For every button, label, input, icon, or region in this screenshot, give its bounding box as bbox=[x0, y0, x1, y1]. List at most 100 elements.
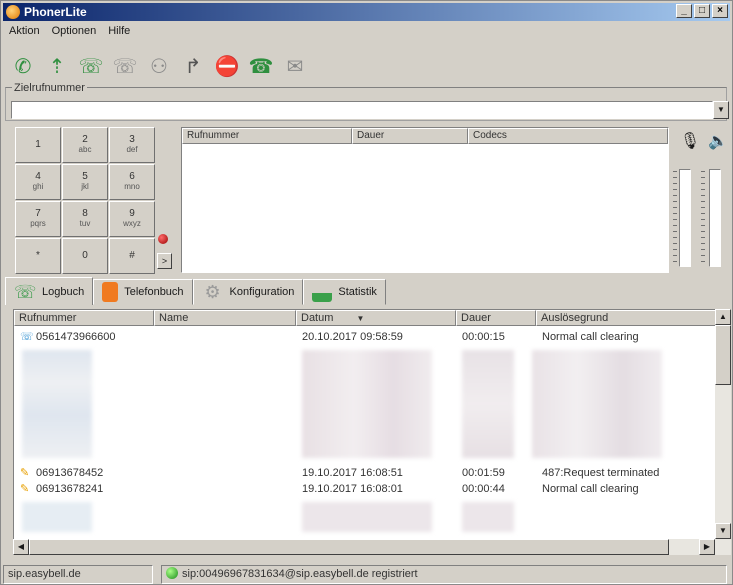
hold-icon[interactable]: ☏ bbox=[111, 52, 139, 80]
menu-bar: Aktion Optionen Hilfe bbox=[5, 23, 134, 41]
title-bar: PhonerLite _ □ × bbox=[3, 3, 730, 21]
key-5[interactable]: 5 jkl bbox=[62, 164, 108, 200]
record-icon[interactable] bbox=[158, 234, 168, 244]
expand-arrow-button[interactable]: > bbox=[157, 253, 172, 269]
conference-icon[interactable]: ⚇ bbox=[145, 52, 173, 80]
key-7[interactable]: 7 pqrs bbox=[15, 201, 61, 237]
statistics-icon bbox=[312, 282, 333, 302]
menu-optionen[interactable]: Optionen bbox=[48, 23, 101, 41]
key-4[interactable]: 4 ghi bbox=[15, 164, 61, 200]
target-dropdown-button[interactable]: ▼ bbox=[713, 101, 729, 119]
key-2[interactable]: 2 abc bbox=[62, 127, 108, 163]
forward-icon[interactable]: ⇡ bbox=[43, 52, 71, 80]
redacted-block bbox=[302, 350, 432, 458]
logbook-icon: ☏ bbox=[14, 281, 37, 302]
menu-hilfe[interactable]: Hilfe bbox=[104, 23, 134, 41]
active-calls-list[interactable]: Rufnummer Dauer Codecs bbox=[181, 127, 669, 273]
callback-icon[interactable]: ☎ bbox=[247, 52, 275, 80]
call-log-table[interactable]: Rufnummer Name Datum ▼ Dauer Auslösegrun… bbox=[13, 309, 729, 555]
cell-reason: Normal call clearing bbox=[542, 331, 639, 343]
minimize-button[interactable]: _ bbox=[676, 4, 692, 18]
transfer-icon[interactable]: ☏ bbox=[77, 52, 105, 80]
toolbar: ✆ ⇡ ☏ ☏ ⚇ ↱ ⛔ ☎ ✉ bbox=[9, 49, 309, 83]
key-8[interactable]: 8 tuv bbox=[62, 201, 108, 237]
target-number-label: Zielrufnummer bbox=[12, 82, 87, 94]
redacted-block bbox=[22, 350, 92, 458]
speaker-mute-icon[interactable]: 🔈 bbox=[707, 131, 729, 157]
app-window: PhonerLite _ □ × Aktion Optionen Hilfe ✆… bbox=[0, 0, 733, 585]
table-row[interactable]: ✎ 06913678452 19.10.2017 16:08:51 00:01:… bbox=[14, 466, 714, 480]
maximize-button[interactable]: □ bbox=[694, 4, 710, 18]
column-header-dauer[interactable]: Dauer bbox=[456, 310, 536, 326]
app-icon bbox=[6, 5, 20, 19]
cell-reason: 487:Request terminated bbox=[542, 467, 660, 479]
redacted-block bbox=[532, 350, 662, 458]
window-title: PhonerLite bbox=[24, 5, 87, 19]
key-6[interactable]: 6 mno bbox=[109, 164, 155, 200]
incoming-call-icon: ☏ bbox=[20, 331, 34, 343]
status-server: sip.easybell.de bbox=[3, 565, 153, 584]
status-registration: sip:00496967831634@sip.easybell.de regis… bbox=[161, 565, 727, 584]
redacted-block bbox=[302, 502, 432, 532]
table-row[interactable]: ✎ 06913678241 19.10.2017 16:08:01 00:00:… bbox=[14, 482, 714, 496]
column-header-rufnummer[interactable]: Rufnummer bbox=[182, 128, 352, 144]
cell-date: 20.10.2017 09:58:59 bbox=[302, 331, 403, 343]
redacted-block bbox=[462, 502, 514, 532]
column-header-ausloesegrund[interactable]: Auslösegrund bbox=[536, 310, 716, 326]
outgoing-call-icon: ✎ bbox=[20, 467, 30, 479]
tab-konfiguration[interactable]: ⚙ Konfiguration bbox=[192, 279, 304, 305]
log-vertical-scrollbar[interactable]: ▲ ▼ bbox=[715, 309, 731, 555]
close-button[interactable]: × bbox=[712, 4, 728, 18]
redirect-icon[interactable]: ↱ bbox=[179, 52, 207, 80]
cell-duration: 00:01:59 bbox=[462, 467, 505, 479]
cell-duration: 00:00:44 bbox=[462, 483, 505, 495]
dnd-icon[interactable]: ⛔ bbox=[213, 52, 241, 80]
scroll-thumb[interactable] bbox=[715, 325, 731, 385]
status-bar: sip.easybell.de sip:00496967831634@sip.e… bbox=[3, 565, 732, 584]
tab-telefonbuch[interactable]: Telefonbuch bbox=[93, 279, 193, 305]
sort-descending-icon: ▼ bbox=[356, 314, 365, 323]
tab-statistik[interactable]: Statistik bbox=[303, 279, 386, 305]
column-header-name[interactable]: Name bbox=[154, 310, 296, 326]
microphone-mute-icon[interactable]: 🎙 bbox=[679, 131, 701, 157]
scroll-up-button[interactable]: ▲ bbox=[715, 309, 731, 325]
column-header-rufnummer[interactable]: Rufnummer bbox=[14, 310, 154, 326]
key-9[interactable]: 9 wxyz bbox=[109, 201, 155, 237]
target-number-input[interactable] bbox=[11, 101, 713, 119]
config-icon: ⚙ bbox=[204, 282, 221, 302]
phone-call-icon[interactable]: ✆ bbox=[9, 52, 37, 80]
main-tabs: ☏ Logbuch Telefonbuch ⚙ Konfiguration St… bbox=[5, 277, 386, 305]
phonebook-icon bbox=[102, 282, 119, 302]
scroll-down-button[interactable]: ▼ bbox=[715, 523, 731, 539]
cell-reason: Normal call clearing bbox=[542, 483, 639, 495]
key-3[interactable]: 3 def bbox=[109, 127, 155, 163]
redacted-block bbox=[22, 502, 92, 532]
outgoing-call-icon: ✎ bbox=[20, 483, 30, 495]
h-scroll-thumb[interactable] bbox=[29, 539, 669, 555]
table-row[interactable]: ☏ 0561473966600 20.10.2017 09:58:59 00:0… bbox=[14, 330, 714, 344]
key-0[interactable]: 0 bbox=[62, 238, 108, 274]
dial-keypad: 1 2 abc 3 def 4 ghi 5 jkl 6 mno 7 pqrs 8 tuv 9w… bbox=[15, 127, 155, 274]
column-header-codecs[interactable]: Codecs bbox=[468, 128, 668, 144]
registered-status-icon bbox=[166, 567, 178, 579]
scroll-left-button[interactable]: ◀ bbox=[13, 539, 29, 555]
menu-aktion[interactable]: Aktion bbox=[5, 23, 44, 41]
key-hash[interactable]: # bbox=[109, 238, 155, 274]
column-header-dauer[interactable]: Dauer bbox=[352, 128, 468, 144]
scroll-right-button[interactable]: ▶ bbox=[699, 539, 715, 555]
tab-logbuch[interactable]: ☏ Logbuch bbox=[5, 277, 94, 305]
column-header-datum[interactable]: Datum ▼ bbox=[296, 310, 456, 326]
cell-date: 19.10.2017 16:08:51 bbox=[302, 467, 403, 479]
key-1[interactable]: 1 bbox=[15, 127, 61, 163]
key-star[interactable]: * bbox=[15, 238, 61, 274]
mic-level-meter[interactable] bbox=[679, 169, 691, 267]
speaker-level-ticks bbox=[701, 171, 705, 265]
redacted-block bbox=[462, 350, 514, 458]
cell-duration: 00:00:15 bbox=[462, 331, 505, 343]
cell-number: 06913678241 bbox=[36, 483, 104, 495]
mic-level-ticks bbox=[673, 171, 677, 265]
cell-date: 19.10.2017 16:08:01 bbox=[302, 483, 403, 495]
speaker-level-meter[interactable] bbox=[709, 169, 721, 267]
voicemail-icon[interactable]: ✉ bbox=[281, 52, 309, 80]
log-horizontal-scrollbar[interactable]: ◀ ▶ bbox=[13, 539, 715, 555]
